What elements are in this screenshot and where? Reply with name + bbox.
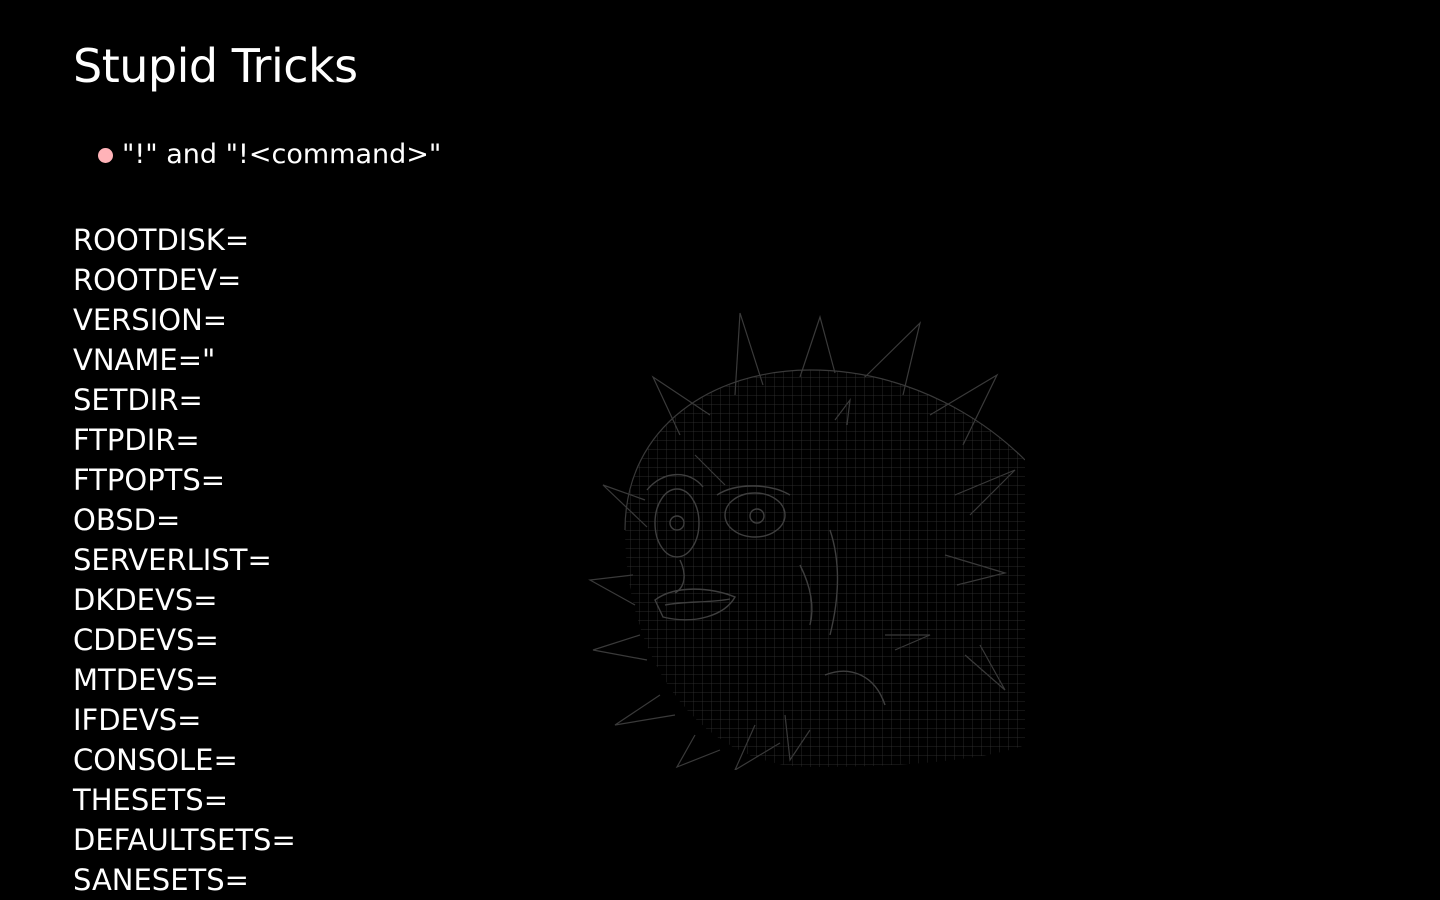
slide: Stupid Tricks "!" and "!<command>" ROOTD… bbox=[0, 0, 1440, 900]
variable-line: VERSION= bbox=[73, 303, 228, 337]
variable-line: OBSD= bbox=[73, 503, 181, 537]
variable-line: FTPDIR= bbox=[73, 423, 200, 457]
variable-line: THESETS= bbox=[73, 783, 228, 817]
bullet-text: "!" and "!<command>" bbox=[122, 139, 442, 170]
variable-line: VNAME=" bbox=[73, 343, 216, 377]
pufferfish-body bbox=[625, 370, 1025, 767]
variable-line: SETDIR= bbox=[73, 383, 203, 417]
variable-line: FTPOPTS= bbox=[73, 463, 226, 497]
variable-line: DEFAULTSETS= bbox=[73, 823, 296, 857]
variable-line: ROOTDISK= bbox=[73, 223, 250, 257]
variable-list: ROOTDISK= ROOTDEV= VERSION= VNAME=" SETD… bbox=[73, 220, 296, 900]
bullet-item: "!" and "!<command>" bbox=[98, 136, 441, 174]
slide-title: Stupid Tricks bbox=[73, 39, 358, 93]
variable-line: MTDEVS= bbox=[73, 663, 219, 697]
variable-line: SANESETS= bbox=[73, 863, 249, 897]
pufferfish-wireframe-icon bbox=[588, 312, 1025, 770]
variable-line: SERVERLIST= bbox=[73, 543, 272, 577]
bullet-list: "!" and "!<command>" bbox=[98, 136, 441, 174]
variable-line: IFDEVS= bbox=[73, 703, 202, 737]
variable-line: CONSOLE= bbox=[73, 743, 238, 777]
variable-line: CDDEVS= bbox=[73, 623, 219, 657]
variable-line: DKDEVS= bbox=[73, 583, 218, 617]
bullet-dot-icon bbox=[98, 147, 113, 163]
variable-line: ROOTDEV= bbox=[73, 263, 242, 297]
